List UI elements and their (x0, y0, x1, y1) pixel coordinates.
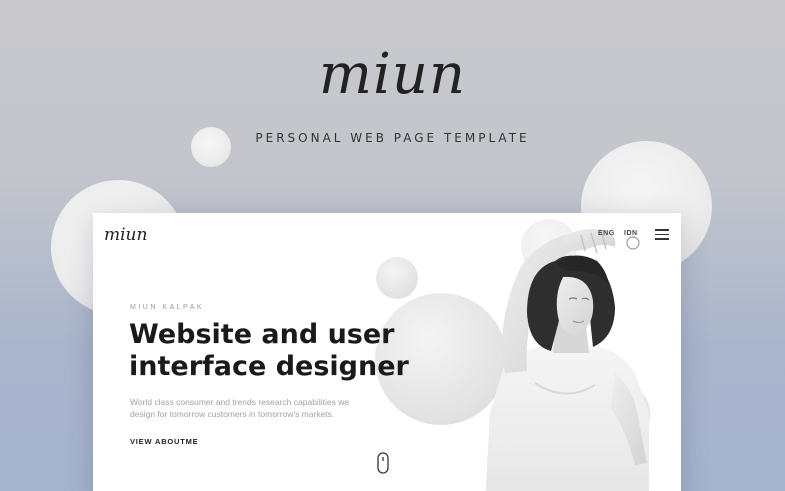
mockup-logo[interactable]: miun (104, 225, 147, 245)
lang-eng-link[interactable]: ENG (598, 230, 615, 237)
hero-headline: Website and user interface designer (129, 319, 429, 383)
website-mockup: miun ENG IDN MIUN KALPAK Website and use… (93, 213, 681, 491)
mockup-circle-small (376, 257, 418, 299)
hero-description-line2: design for tomorrow customers in tomorro… (130, 409, 335, 419)
hero-description-line1: World class consumer and trends research… (130, 397, 350, 407)
lang-idn-link[interactable]: IDN (624, 230, 638, 237)
portrait-photo (485, 229, 649, 491)
brand-logo: miun (318, 42, 467, 107)
hero-eyebrow: MIUN KALPAK (130, 304, 205, 311)
hero-headline-line2: interface designer (129, 351, 409, 382)
mouse-scroll-icon[interactable] (377, 452, 389, 474)
hero-headline-line1: Website and user (129, 319, 395, 350)
hamburger-menu-icon[interactable] (655, 229, 669, 240)
tagline: PERSONAL WEB PAGE TEMPLATE (255, 131, 530, 145)
view-about-me-link[interactable]: VIEW ABOUTME (130, 437, 199, 446)
hero-description: World class consumer and trends research… (130, 396, 400, 420)
